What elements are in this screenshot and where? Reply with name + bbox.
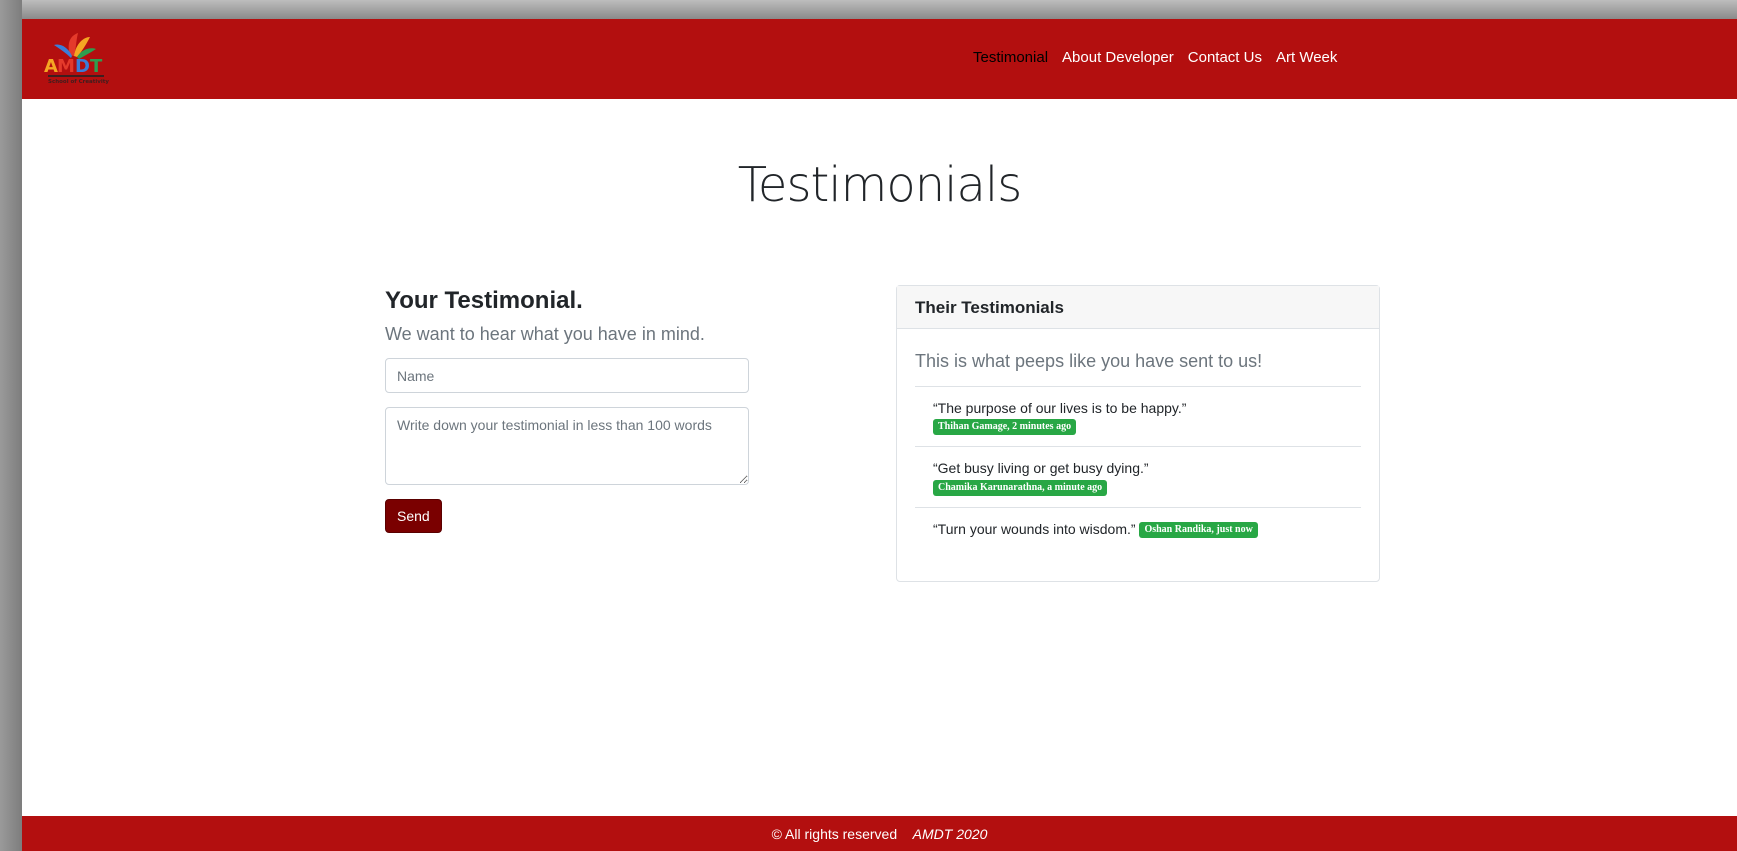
nav-link-art-week[interactable]: Art Week <box>1276 49 1337 66</box>
amdt-logo-icon: A M D T School of Creativity <box>44 33 109 85</box>
testimonial-item: “The purpose of our lives is to be happy… <box>915 387 1361 448</box>
svg-text:T: T <box>90 56 103 77</box>
testimonial-form: Your Testimonial. We want to hear what y… <box>385 286 749 533</box>
testimonial-quote: “Get busy living or get busy dying.” <box>933 460 1149 477</box>
nav-link-contact-us[interactable]: Contact Us <box>1188 49 1262 66</box>
nav-link-about-developer[interactable]: About Developer <box>1062 49 1174 66</box>
testimonial-quote: “Turn your wounds into wisdom.” <box>933 520 1136 537</box>
footer-copyright: © All rights reserved <box>771 826 898 842</box>
testimonial-quote: “The purpose of our lives is to be happy… <box>933 400 1187 416</box>
name-input[interactable] <box>385 358 749 393</box>
page-title: Testimonials <box>737 157 1023 213</box>
svg-text:D: D <box>75 56 90 77</box>
form-subtitle: We want to hear what you have in mind. <box>385 324 705 344</box>
card-lead: This is what peeps like you have sent to… <box>915 351 1263 371</box>
send-button[interactable]: Send <box>385 499 442 533</box>
footer-brand: AMDT 2020 <box>912 826 988 842</box>
svg-text:School of Creativity: School of Creativity <box>48 79 109 85</box>
svg-text:A: A <box>44 56 58 77</box>
testimonial-item: “Turn your wounds into wisdom.” Oshan Ra… <box>915 508 1361 549</box>
footer: © All rights reserved AMDT 2020 <box>22 816 1737 851</box>
amdt-logo[interactable]: A M D T School of Creativity <box>42 29 112 87</box>
form-title: Your Testimonial. <box>385 287 583 314</box>
card-body: This is what peeps like you have sent to… <box>897 350 1379 549</box>
testimonial-item: “Get busy living or get busy dying.” Cha… <box>915 447 1361 508</box>
window-shadow-left <box>0 0 22 851</box>
nav-link-testimonial[interactable]: Testimonial <box>973 49 1048 66</box>
their-testimonials-card: Their Testimonials This is what peeps li… <box>896 285 1380 582</box>
svg-text:M: M <box>57 56 75 77</box>
card-header: Their Testimonials <box>897 286 1379 329</box>
author-badge: Oshan Randika, just now <box>1139 521 1258 538</box>
page: A M D T School of Creativity Testimonial… <box>22 19 1737 851</box>
testimonial-list: “The purpose of our lives is to be happy… <box>915 386 1361 549</box>
nav-links: Testimonial About Developer Contact Us A… <box>973 49 1337 66</box>
testimonial-textarea[interactable] <box>385 407 749 485</box>
author-badge: Thihan Gamage, 2 minutes ago <box>933 419 1077 436</box>
window-shadow-top <box>0 0 1737 19</box>
navbar: A M D T School of Creativity Testimonial… <box>22 19 1737 99</box>
author-badge: Chamika Karunarathna, a minute ago <box>933 479 1108 496</box>
